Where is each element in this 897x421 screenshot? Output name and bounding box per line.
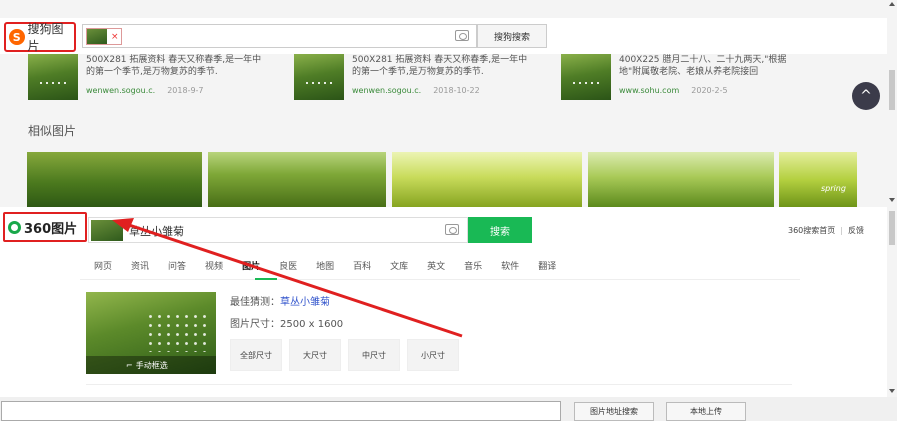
url-search-button[interactable]: 图片地址搜索: [574, 402, 654, 421]
result-item[interactable]: 500X281 拓展资料 春天又称春季,是一年中的第一个季节,是万物复苏的季节.…: [28, 54, 268, 102]
tab-video[interactable]: 视频: [205, 259, 223, 272]
360-logo-icon: [8, 220, 21, 234]
tab-baike[interactable]: 百科: [353, 259, 371, 272]
query-image-chip[interactable]: ×: [86, 28, 122, 45]
manual-crop-button[interactable]: ⌐ 手动框选: [86, 356, 216, 374]
result-item[interactable]: 500X281 拓展资料 春天又称春季,是一年中的第一个季节,是万物复苏的季节.…: [294, 54, 534, 102]
result-item[interactable]: 400X225 腊月二十八、二十九两天,"根据地"附属敬老院、老娘从养老院接回 …: [561, 54, 801, 102]
360-logo[interactable]: 360图片: [3, 212, 87, 242]
best-guess-link[interactable]: 草丛小雏菊: [280, 297, 330, 308]
tab-health[interactable]: 良医: [279, 259, 297, 272]
scroll-down-icon[interactable]: [889, 198, 895, 202]
360-home-link[interactable]: 360搜索首页: [788, 226, 835, 235]
scrollbar[interactable]: [887, 207, 897, 397]
search-value: 草丛小雏菊: [129, 225, 184, 238]
360-search-button[interactable]: 搜索: [468, 217, 532, 243]
result-date: 2018-9-7: [167, 86, 204, 95]
sogou-panel: S 搜狗图片 × 搜狗搜索 500X281 拓展资料 春天又称春季,是一年中的第…: [0, 0, 897, 207]
sogou-search-button[interactable]: 搜狗搜索: [477, 24, 547, 48]
local-upload-button[interactable]: 本地上传: [666, 402, 746, 421]
scrollbar[interactable]: [887, 0, 897, 207]
sogou-logo-text: 搜狗图片: [27, 22, 64, 53]
tab-web[interactable]: 网页: [94, 259, 112, 272]
scrollbar-thumb[interactable]: [889, 70, 895, 110]
back-to-top-button[interactable]: ^: [852, 82, 880, 110]
360-panel: 360图片 草丛小雏菊 搜索 360搜索首页 | 反馈 网页 资讯 问答 视频 图片…: [0, 207, 897, 397]
size-small-button[interactable]: 小尺寸: [407, 339, 459, 371]
tab-news[interactable]: 资讯: [131, 259, 149, 272]
similar-image[interactable]: spring: [779, 152, 857, 207]
result-date: 2018-10-22: [433, 86, 480, 95]
tab-software[interactable]: 软件: [501, 259, 519, 272]
similar-images-title: 相似图片: [28, 124, 77, 138]
result-source[interactable]: www.sohu.com: [619, 86, 679, 95]
tab-map[interactable]: 地图: [316, 259, 334, 272]
result-description: 400X225 腊月二十八、二十九两天,"根据地"附属敬老院、老娘从养老院接回: [619, 55, 787, 77]
remove-image-icon[interactable]: ×: [111, 32, 119, 42]
best-guess: 最佳猜测：草丛小雏菊: [230, 297, 330, 308]
camera-icon[interactable]: [455, 30, 469, 41]
crop-icon: ⌐: [126, 360, 133, 370]
size-all-button[interactable]: 全部尺寸: [230, 339, 282, 371]
result-source[interactable]: wenwen.sogou.c.: [86, 86, 155, 95]
tab-qa[interactable]: 问答: [168, 259, 186, 272]
feedback-link[interactable]: 反馈: [848, 226, 864, 235]
top-links: 360搜索首页 | 反馈: [788, 226, 864, 235]
sogou-logo-icon: S: [9, 29, 25, 45]
tab-music[interactable]: 音乐: [464, 259, 482, 272]
scrollbar-thumb[interactable]: [889, 211, 895, 245]
image-overlay-text: spring: [821, 184, 846, 193]
query-image-thumbnail: [91, 220, 123, 241]
sogou-logo[interactable]: S 搜狗图片: [4, 22, 76, 53]
result-thumbnail[interactable]: [28, 54, 78, 100]
tab-english[interactable]: 英文: [427, 259, 445, 272]
query-image-thumbnail: [87, 29, 107, 44]
nav-divider: [80, 279, 800, 280]
360-search-input[interactable]: 草丛小雏菊: [88, 217, 468, 243]
result-description: 500X281 拓展资料 春天又称春季,是一年中的第一个季节,是万物复苏的季节.: [352, 55, 528, 77]
tab-images[interactable]: 图片: [242, 259, 260, 272]
result-date: 2020-2-5: [691, 86, 728, 95]
similar-image[interactable]: [27, 152, 202, 207]
sogou-search-input[interactable]: ×: [82, 24, 477, 48]
result-description: 500X281 拓展资料 春天又称春季,是一年中的第一个季节,是万物复苏的季节.: [86, 55, 262, 77]
result-source[interactable]: wenwen.sogou.c.: [352, 86, 421, 95]
scroll-down-icon[interactable]: [889, 389, 895, 393]
tab-translate[interactable]: 翻译: [538, 259, 556, 272]
query-image-preview[interactable]: ⌐ 手动框选: [86, 292, 216, 374]
360-logo-text: 360图片: [24, 221, 78, 237]
camera-icon[interactable]: [445, 224, 459, 235]
image-url-input[interactable]: [1, 401, 561, 421]
divider: [86, 384, 792, 385]
upload-bar: 图片地址搜索 本地上传: [0, 397, 897, 421]
active-tab-indicator: [255, 278, 277, 280]
scroll-up-icon[interactable]: [889, 2, 895, 6]
size-medium-button[interactable]: 中尺寸: [348, 339, 400, 371]
similar-image[interactable]: [392, 152, 582, 207]
similar-image[interactable]: [588, 152, 774, 207]
similar-image[interactable]: [208, 152, 386, 207]
image-size: 图片尺寸：2500 x 1600: [230, 319, 344, 330]
size-large-button[interactable]: 大尺寸: [289, 339, 341, 371]
result-thumbnail[interactable]: [294, 54, 344, 100]
tab-library[interactable]: 文库: [390, 259, 408, 272]
nav-tabs: 网页 资讯 问答 视频 图片 良医 地图 百科 文库 英文 音乐 软件 翻译: [94, 259, 575, 272]
result-thumbnail[interactable]: [561, 54, 611, 100]
